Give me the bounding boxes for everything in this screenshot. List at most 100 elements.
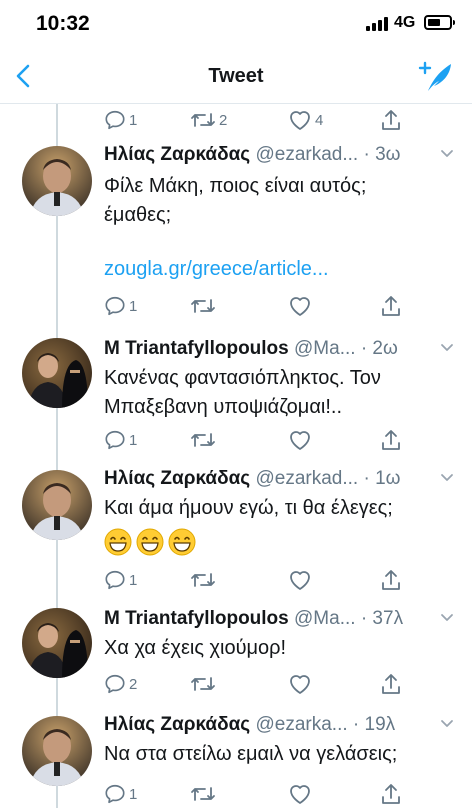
reply-icon — [105, 570, 125, 590]
avatar-photo — [22, 338, 92, 408]
author-handle[interactable]: @Ma... — [294, 338, 356, 359]
share-icon — [382, 570, 400, 590]
tweet-actions: 2 — [104, 672, 404, 696]
tweet-header: M Triantafyllopoulos @Ma... · 37λ — [104, 606, 454, 632]
reply-button[interactable]: 2 — [104, 672, 137, 696]
grinning-face-emoji-icon — [168, 528, 196, 556]
tweet-text: Να στα στείλω εμαιλ να γελάσεις; — [104, 740, 456, 769]
tweet-text: Και άμα ήμουν εγώ, τι θα έλεγες; — [104, 494, 456, 556]
tweet-header: Ηλίας Ζαρκάδας @ezarka... · 19λ — [104, 712, 454, 738]
share-icon — [382, 110, 400, 130]
share-icon — [382, 430, 400, 450]
share-button[interactable] — [380, 294, 402, 318]
retweet-button[interactable] — [190, 672, 216, 696]
retweet-icon — [191, 573, 215, 587]
author-name[interactable]: Ηλίας Ζαρκάδας — [104, 714, 250, 735]
avatar[interactable] — [22, 338, 92, 408]
author-name[interactable]: M Triantafyllopoulos — [104, 608, 289, 629]
avatar[interactable] — [22, 146, 92, 216]
tweet-time: · 37λ — [360, 608, 404, 629]
avatar-photo — [22, 608, 92, 678]
author-name[interactable]: M Triantafyllopoulos — [104, 338, 289, 359]
tweet-text-line: έμαθες; — [104, 204, 172, 226]
like-button[interactable] — [288, 428, 312, 452]
signal-strength-icon — [366, 17, 388, 31]
avatar-photo — [22, 146, 92, 216]
author-handle[interactable]: @ezarkad... — [255, 144, 358, 165]
tweet-text-line: Κανένας φαντασιόπληκτος. Τον — [104, 367, 381, 389]
author-handle[interactable]: @ezarka... — [255, 714, 347, 735]
chevron-down-icon[interactable] — [440, 343, 454, 353]
share-button[interactable] — [380, 672, 402, 696]
tweet-actions: 1 — [104, 428, 404, 452]
like-button[interactable] — [288, 568, 312, 592]
reply-icon — [105, 110, 125, 130]
share-button[interactable] — [380, 108, 402, 132]
like-button[interactable] — [288, 294, 312, 318]
retweet-button[interactable] — [190, 568, 216, 592]
heart-icon — [290, 431, 310, 450]
network-type: 4G — [394, 14, 416, 31]
author-name[interactable]: Ηλίας Ζαρκάδας — [104, 144, 250, 165]
compose-feather-icon — [418, 61, 451, 91]
tweet-actions: 1 — [104, 782, 404, 806]
retweet-button[interactable] — [190, 782, 216, 806]
like-button[interactable] — [288, 782, 312, 806]
parent-tweet-actions: 1 2 4 — [104, 108, 404, 132]
share-icon — [382, 674, 400, 694]
grinning-face-emoji-icon — [104, 528, 132, 556]
tweet-text: Χα χα έχεις χιούμορ! — [104, 634, 456, 663]
reply-icon — [105, 430, 125, 450]
chevron-down-icon[interactable] — [440, 473, 454, 483]
retweet-button[interactable]: 2 — [190, 108, 227, 132]
retweet-count: 2 — [219, 111, 228, 129]
author-handle[interactable]: @Ma... — [294, 608, 356, 629]
share-button[interactable] — [380, 782, 402, 806]
grinning-face-emoji-icon — [136, 528, 164, 556]
share-button[interactable] — [380, 568, 402, 592]
tweet-text-line: Να στα στείλω εμαιλ να γελάσεις; — [104, 743, 398, 765]
tweet-link[interactable]: zougla.gr/greece/article... — [104, 258, 329, 281]
retweet-icon — [191, 113, 215, 127]
reply-button[interactable]: 1 — [104, 428, 137, 452]
tweet-text-line: Χα χα έχεις χιούμορ! — [104, 637, 287, 659]
reply-button[interactable]: 1 — [104, 568, 137, 592]
avatar[interactable] — [22, 470, 92, 540]
chevron-down-icon[interactable] — [440, 719, 454, 729]
like-button[interactable] — [288, 672, 312, 696]
tweet-time: · 1ω — [363, 468, 401, 489]
retweet-icon — [191, 677, 215, 691]
reply-button[interactable]: 1 — [104, 294, 137, 318]
reply-button[interactable]: 1 — [104, 782, 137, 806]
compose-tweet-button[interactable] — [418, 60, 454, 94]
reply-icon — [105, 674, 125, 694]
reply-icon — [105, 784, 125, 804]
status-time: 10:32 — [36, 12, 90, 35]
reply-button[interactable]: 1 — [104, 108, 137, 132]
tweet-text-line: Και άμα ήμουν εγώ, τι θα έλεγες; — [104, 497, 393, 519]
author-name[interactable]: Ηλίας Ζαρκάδας — [104, 468, 250, 489]
avatar[interactable] — [22, 716, 92, 786]
avatar[interactable] — [22, 608, 92, 678]
tweet-header: Ηλίας Ζαρκάδας @ezarkad... · 3ω — [104, 142, 454, 168]
chevron-down-icon[interactable] — [440, 613, 454, 623]
reply-icon — [105, 296, 125, 316]
reply-count: 1 — [129, 785, 138, 803]
retweet-icon — [191, 787, 215, 801]
tweet-header: M Triantafyllopoulos @Ma... · 2ω — [104, 336, 454, 362]
battery-icon — [424, 15, 455, 30]
share-icon — [382, 296, 400, 316]
retweet-icon — [191, 299, 215, 313]
nav-bar: Tweet — [0, 48, 472, 104]
share-button[interactable] — [380, 428, 402, 452]
tweet-text-line: Μπαξεβανη υποψιάζομαι!.. — [104, 396, 342, 418]
author-handle[interactable]: @ezarkad... — [255, 468, 358, 489]
retweet-button[interactable] — [190, 428, 216, 452]
chevron-down-icon[interactable] — [440, 149, 454, 159]
tweet-time: · 2ω — [360, 338, 398, 359]
like-button[interactable]: 4 — [288, 108, 323, 132]
retweet-button[interactable] — [190, 294, 216, 318]
tweet-header: Ηλίας Ζαρκάδας @ezarkad... · 1ω — [104, 466, 454, 492]
reply-count: 1 — [129, 431, 138, 449]
tweet-text: Φίλε Μάκη, ποιος είναι αυτός; έμαθες; — [104, 172, 456, 230]
